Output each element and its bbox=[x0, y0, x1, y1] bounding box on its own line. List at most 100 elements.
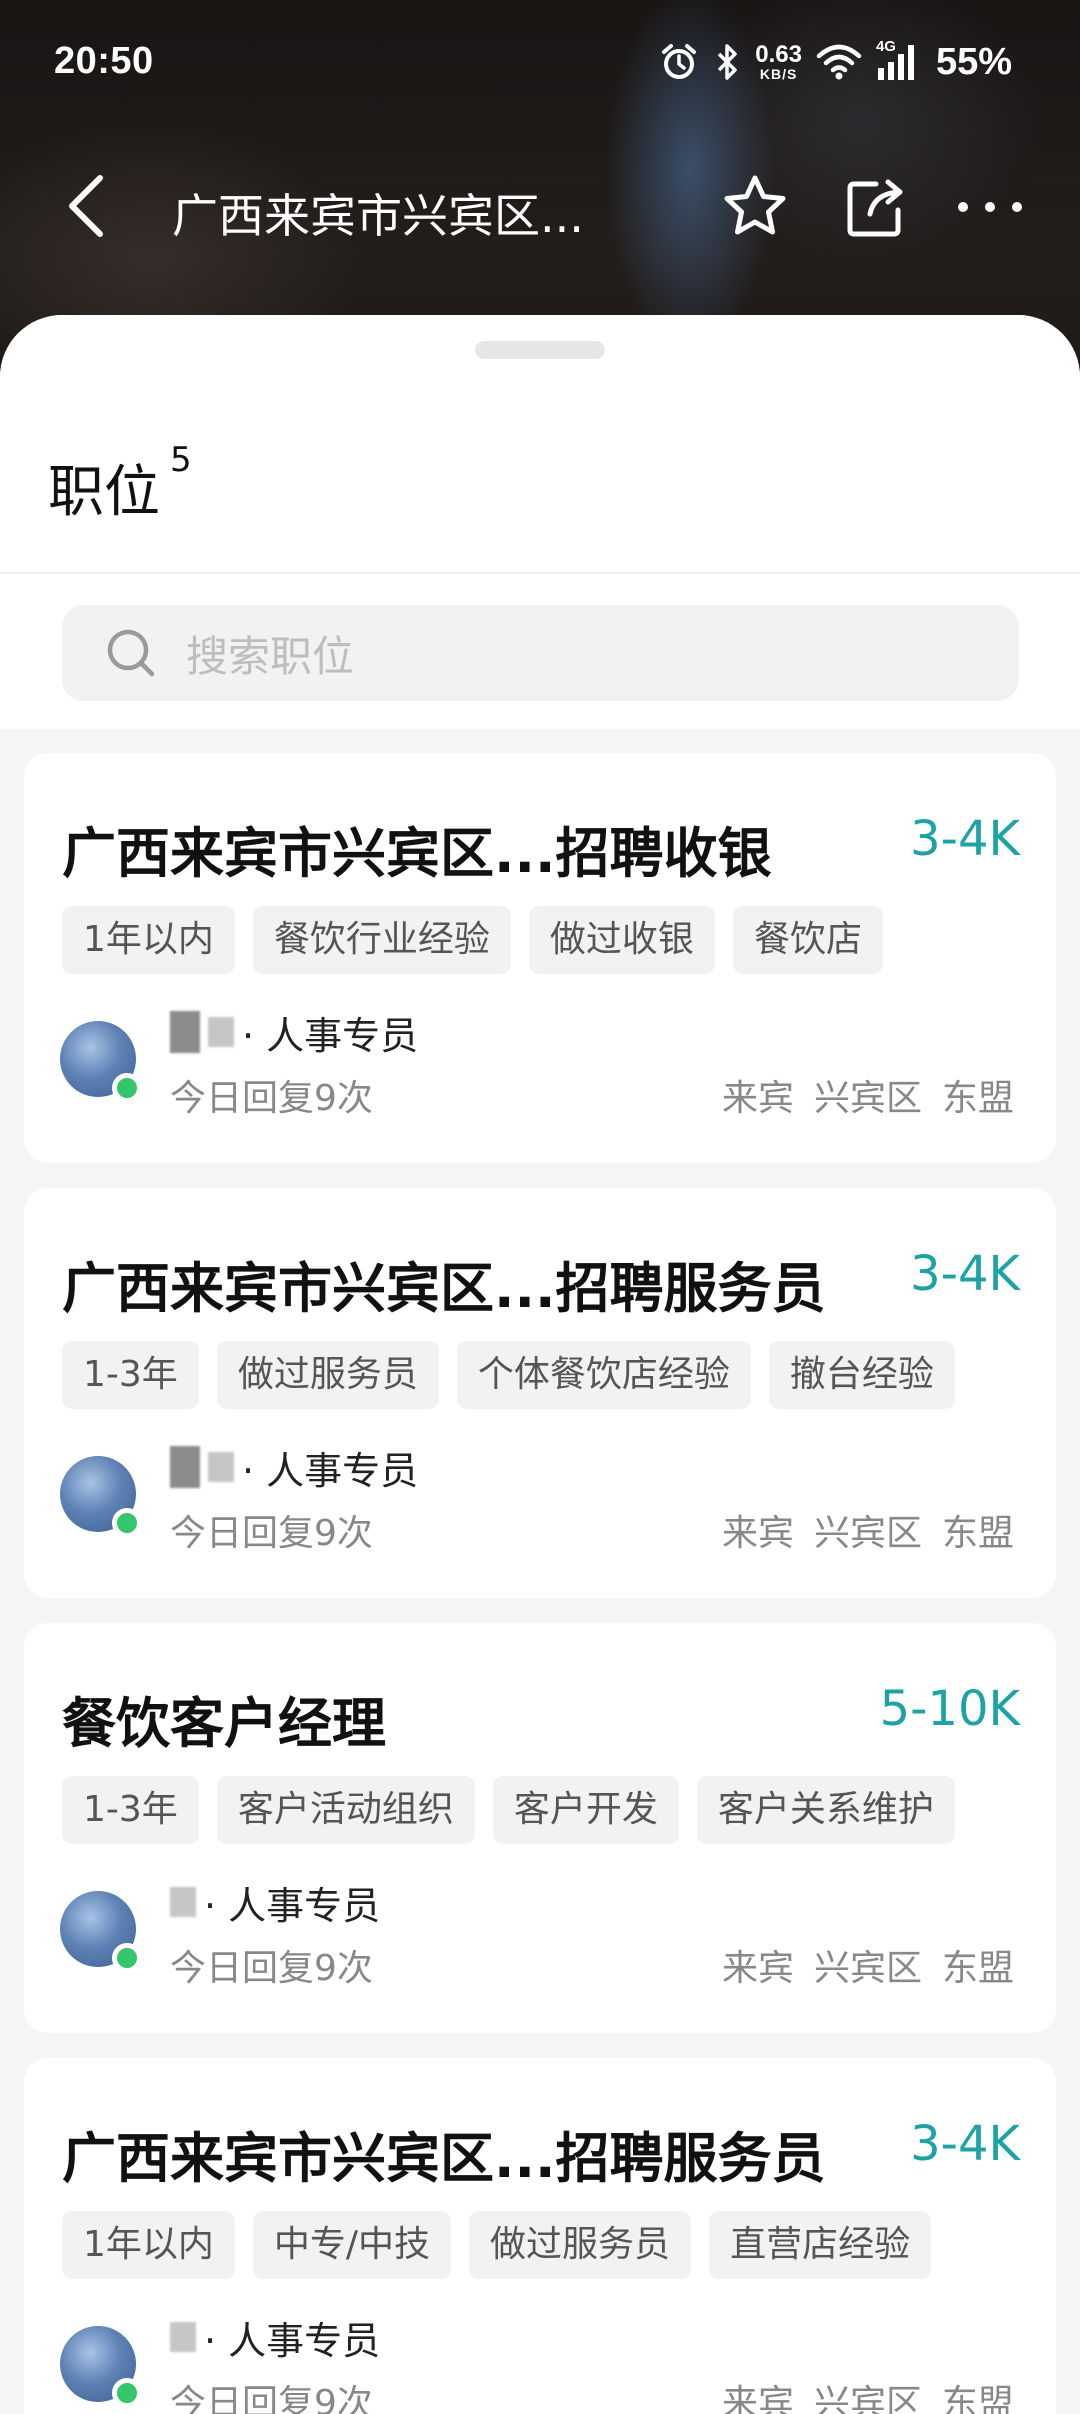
job-title: 广西来宾市兴宾区...招聘收银 bbox=[62, 822, 772, 885]
job-location: 来宾 兴宾区 东盟 bbox=[722, 2374, 1014, 2414]
section-title: 职位 bbox=[48, 460, 160, 525]
redacted-name bbox=[170, 1887, 196, 1917]
job-tag: 中专/中技 bbox=[252, 2211, 452, 2279]
job-card[interactable]: 广西来宾市兴宾区...招聘服务员 3-4K 1年以内 中专/中技 做过服务员 直… bbox=[24, 2058, 1056, 2414]
location-area: 东盟 bbox=[941, 1513, 1014, 1554]
status-bar: 20:50 0.63 KB/S 4G 55% bbox=[0, 0, 1080, 120]
location-district: 兴宾区 bbox=[813, 2383, 922, 2414]
recruiter-title: · 人事专员 bbox=[242, 1013, 419, 1058]
recruiter-info: · 人事专员 bbox=[170, 1007, 419, 1058]
job-tags: 1年以内 中专/中技 做过服务员 直营店经验 bbox=[62, 2211, 932, 2279]
job-tag: 餐饮店 bbox=[732, 906, 883, 974]
job-sheet: 职位 5 搜索职位 广西来宾市兴宾区...招聘收银 3-4K 1年以内 餐饮行业… bbox=[0, 315, 1080, 2414]
recruiter-title: · 人事专员 bbox=[204, 1883, 381, 1928]
location-area: 东盟 bbox=[941, 1948, 1014, 1989]
recruiter-avatar[interactable] bbox=[60, 1456, 142, 1538]
reply-count: 今日回复9次 bbox=[170, 1513, 373, 1554]
back-arrow-icon[interactable] bbox=[56, 170, 120, 242]
job-salary: 3-4K bbox=[910, 811, 1020, 867]
job-tag: 做过服务员 bbox=[469, 2211, 692, 2279]
redacted-name bbox=[208, 1017, 234, 1047]
online-status-dot bbox=[112, 2378, 142, 2408]
bluetooth-icon bbox=[713, 42, 741, 82]
share-icon[interactable] bbox=[840, 172, 910, 242]
redacted-name bbox=[170, 1011, 200, 1053]
job-title: 餐饮客户经理 bbox=[62, 1692, 386, 1755]
job-card[interactable]: 广西来宾市兴宾区...招聘服务员 3-4K 1-3年 做过服务员 个体餐饮店经验… bbox=[24, 1188, 1056, 1598]
location-district: 兴宾区 bbox=[813, 1513, 922, 1554]
search-placeholder: 搜索职位 bbox=[186, 631, 355, 681]
sheet-header: 职位 5 搜索职位 bbox=[0, 315, 1080, 729]
job-tags: 1年以内 餐饮行业经验 做过收银 餐饮店 bbox=[62, 906, 883, 974]
more-icon[interactable] bbox=[955, 172, 1025, 242]
job-tag: 餐饮行业经验 bbox=[252, 906, 511, 974]
page-title: 广西来宾市兴宾区... bbox=[172, 189, 584, 243]
job-tag: 1-3年 bbox=[62, 1776, 199, 1844]
recruiter-info: · 人事专员 bbox=[170, 1877, 381, 1928]
recruiter-avatar[interactable] bbox=[60, 1021, 142, 1103]
location-district: 兴宾区 bbox=[813, 1948, 922, 1989]
location-city: 来宾 bbox=[721, 1078, 794, 1119]
job-title: 广西来宾市兴宾区...招聘服务员 bbox=[62, 1257, 826, 1320]
job-tag: 个体餐饮店经验 bbox=[456, 1341, 751, 1409]
job-tag: 1-3年 bbox=[62, 1341, 199, 1409]
job-location: 来宾 兴宾区 东盟 bbox=[722, 1504, 1014, 1556]
net-speed-unit: KB/S bbox=[759, 66, 798, 82]
location-area: 东盟 bbox=[941, 1078, 1014, 1119]
search-input[interactable]: 搜索职位 bbox=[62, 605, 1019, 701]
redacted-name bbox=[170, 1446, 200, 1488]
redacted-name bbox=[208, 1452, 234, 1482]
online-status-dot bbox=[112, 1073, 142, 1103]
recruiter-title: · 人事专员 bbox=[242, 1448, 419, 1493]
recruiter-title: · 人事专员 bbox=[204, 2318, 381, 2363]
job-location: 来宾 兴宾区 东盟 bbox=[722, 1069, 1014, 1121]
battery-level: 55% bbox=[935, 40, 1012, 83]
location-district: 兴宾区 bbox=[813, 1078, 922, 1119]
location-area: 东盟 bbox=[941, 2383, 1014, 2414]
job-tag: 直营店经验 bbox=[709, 2211, 932, 2279]
job-tag: 客户开发 bbox=[492, 1776, 679, 1844]
recruiter-avatar[interactable] bbox=[60, 2326, 142, 2408]
job-card[interactable]: 广西来宾市兴宾区...招聘收银 3-4K 1年以内 餐饮行业经验 做过收银 餐饮… bbox=[24, 753, 1056, 1163]
divider bbox=[0, 572, 1080, 574]
reply-count: 今日回复9次 bbox=[170, 1078, 373, 1119]
nav-bar: 广西来宾市兴宾区... bbox=[0, 150, 1080, 265]
job-tags: 1-3年 客户活动组织 客户开发 客户关系维护 bbox=[62, 1776, 955, 1844]
job-count: 5 bbox=[170, 440, 192, 480]
job-tags: 1-3年 做过服务员 个体餐饮店经验 撤台经验 bbox=[62, 1341, 955, 1409]
online-status-dot bbox=[112, 1508, 142, 1538]
job-tag: 1年以内 bbox=[62, 906, 235, 974]
reply-count: 今日回复9次 bbox=[170, 1948, 373, 1989]
recruiter-info: · 人事专员 bbox=[170, 2312, 381, 2363]
wifi-icon bbox=[816, 44, 862, 80]
net-speed: 0.63 KB/S bbox=[755, 41, 802, 82]
job-list: 广西来宾市兴宾区...招聘收银 3-4K 1年以内 餐饮行业经验 做过收银 餐饮… bbox=[24, 753, 1056, 2414]
job-salary: 5-10K bbox=[879, 1681, 1020, 1737]
location-city: 来宾 bbox=[721, 2383, 794, 2414]
recruiter-avatar[interactable] bbox=[60, 1891, 142, 1973]
job-card[interactable]: 餐饮客户经理 5-10K 1-3年 客户活动组织 客户开发 客户关系维护 · 人… bbox=[24, 1623, 1056, 2033]
star-icon[interactable] bbox=[720, 172, 790, 242]
job-location: 来宾 兴宾区 东盟 bbox=[722, 1939, 1014, 1991]
recruiter-info: · 人事专员 bbox=[170, 1442, 419, 1493]
job-salary: 3-4K bbox=[910, 2116, 1020, 2172]
job-tag: 做过服务员 bbox=[216, 1341, 439, 1409]
job-salary: 3-4K bbox=[910, 1246, 1020, 1302]
net-speed-value: 0.63 bbox=[755, 41, 802, 68]
online-status-dot bbox=[112, 1943, 142, 1973]
location-city: 来宾 bbox=[721, 1948, 794, 1989]
signal-icon: 4G bbox=[876, 38, 922, 82]
location-city: 来宾 bbox=[721, 1513, 794, 1554]
search-icon bbox=[104, 626, 158, 680]
alarm-icon bbox=[659, 42, 699, 82]
network-type: 4G bbox=[875, 38, 896, 55]
job-tag: 撤台经验 bbox=[768, 1341, 955, 1409]
drag-handle[interactable] bbox=[475, 341, 605, 359]
status-icons: 0.63 KB/S 4G 55% bbox=[659, 38, 1012, 86]
reply-count: 今日回复9次 bbox=[170, 2383, 373, 2414]
job-tag: 做过收银 bbox=[528, 906, 715, 974]
job-title: 广西来宾市兴宾区...招聘服务员 bbox=[62, 2127, 826, 2190]
job-tag: 1年以内 bbox=[62, 2211, 235, 2279]
job-tag: 客户关系维护 bbox=[696, 1776, 955, 1844]
status-time: 20:50 bbox=[54, 40, 154, 82]
